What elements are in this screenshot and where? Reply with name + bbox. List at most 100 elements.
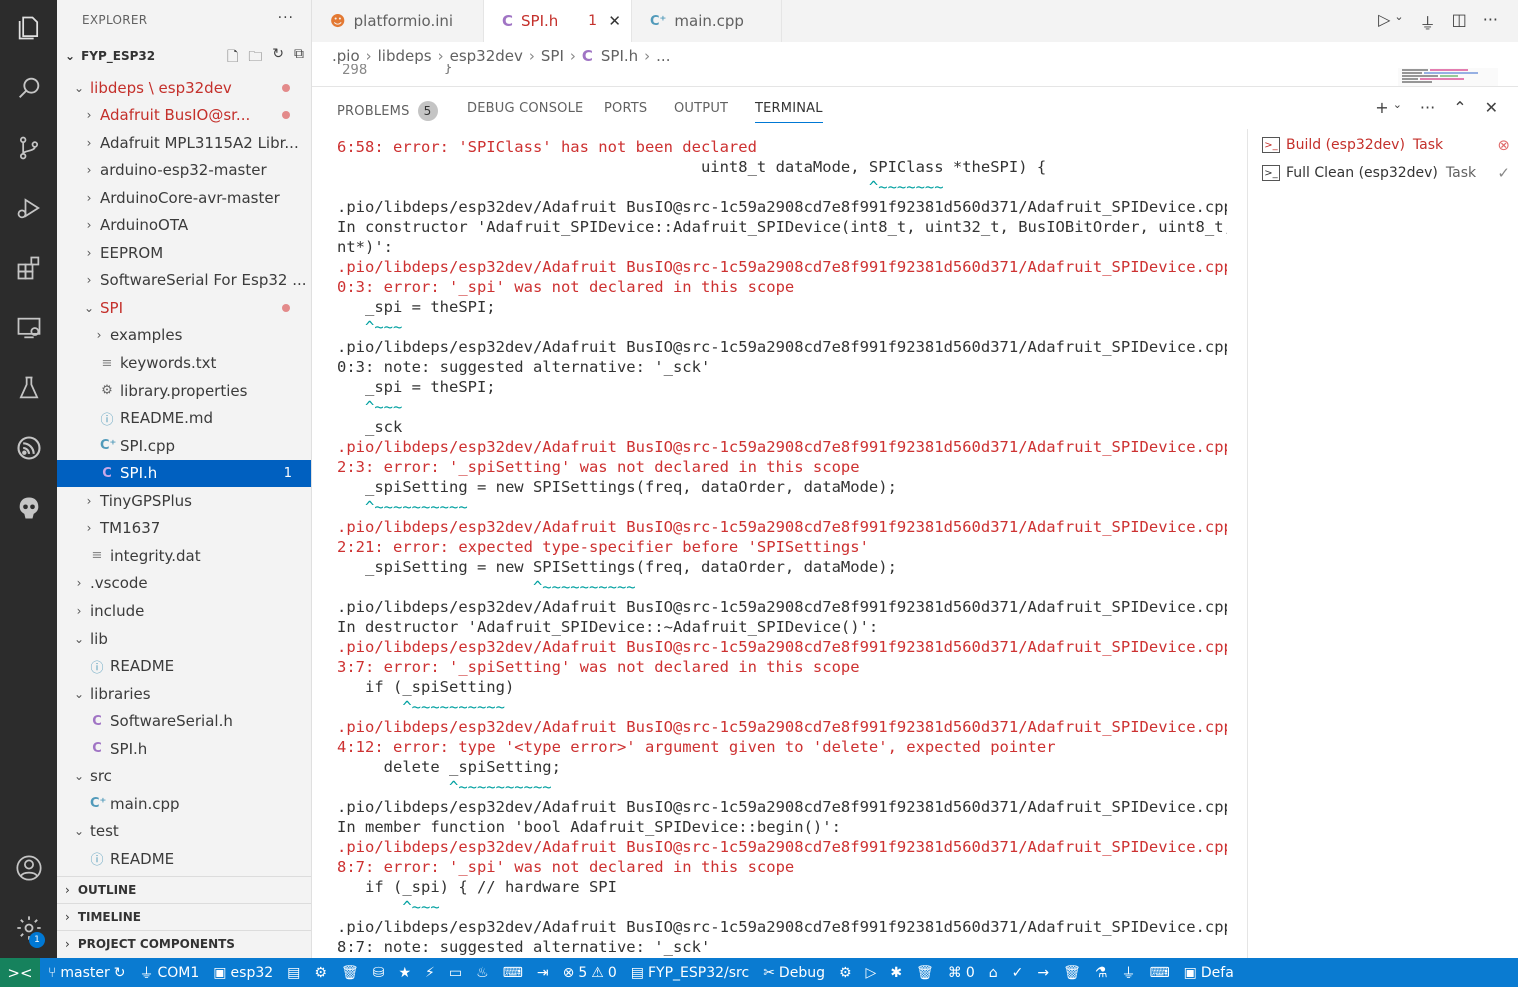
database-icon[interactable]: ⛁ <box>373 965 385 981</box>
trash-icon[interactable]: 🗑 <box>1063 965 1081 981</box>
tree-file[interactable]: C SoftwareSerial.h <box>57 708 311 735</box>
tab-spi-h[interactable]: C SPI.h 1 ✕ <box>484 0 632 42</box>
tree-file[interactable]: C SPI.h <box>57 735 311 762</box>
tree-folder[interactable]: › .vscode <box>57 570 311 597</box>
monitor-icon[interactable]: ▭ <box>449 965 462 981</box>
search-icon[interactable] <box>0 64 57 112</box>
ports-item[interactable]: ⌘ 0 <box>948 965 975 981</box>
tree-file[interactable]: C SPI.h 1 <box>57 459 311 487</box>
tree-folder[interactable]: ⌄ src <box>57 763 311 790</box>
tab-debug-console[interactable]: DEBUG CONSOLE <box>467 101 583 116</box>
home-icon[interactable]: ⌂ <box>989 965 998 981</box>
remote-explorer-icon[interactable] <box>0 304 57 352</box>
branch-item[interactable]: ⑂ master ↻ <box>48 965 126 981</box>
tab-main-cpp[interactable]: C⁺ main.cpp <box>632 0 782 42</box>
tree-folder[interactable]: › Adafruit MPL3115A2 Libr... <box>57 129 311 156</box>
terminal-output[interactable]: 6:58: error: 'SPIClass' has not been dec… <box>337 137 1227 957</box>
project-components-section[interactable]: › PROJECT COMPONENTS <box>57 930 311 957</box>
tree-folder[interactable]: ⌄ test <box>57 818 311 845</box>
tree-file[interactable]: ⓘ README <box>57 653 311 680</box>
tree-folder[interactable]: ⌄ SPI <box>57 294 311 321</box>
breadcrumb-item[interactable]: ... <box>656 47 670 65</box>
tree-file[interactable]: ⓘ README.md <box>57 405 311 432</box>
collapse-all-icon[interactable]: ⧉ <box>294 46 304 70</box>
default-item[interactable]: ▣ Defa <box>1184 965 1234 981</box>
tree-folder[interactable]: › arduino-esp32-master <box>57 157 311 184</box>
breadcrumb-item[interactable]: SPI <box>541 47 564 65</box>
tab-terminal[interactable]: TERMINAL <box>755 101 823 123</box>
tree-folder[interactable]: › EEPROM <box>57 239 311 266</box>
trash-icon[interactable]: 🗑 <box>341 965 359 981</box>
timeline-section[interactable]: › TIMELINE <box>57 903 311 930</box>
task-build[interactable]: >_ Build (esp32dev) Task ⊗ <box>1262 133 1512 157</box>
environment-item[interactable]: ▣ esp32 <box>213 965 273 981</box>
project-folder-header[interactable]: ⌄ FYP_ESP32 🗋 🗀 ↻ ⧉ <box>57 43 311 70</box>
star-icon[interactable]: ★ <box>398 965 411 981</box>
close-icon[interactable]: ✕ <box>608 12 621 30</box>
extensions-icon[interactable] <box>0 244 57 292</box>
check-icon[interactable]: ✓ <box>1012 965 1024 981</box>
terminal-icon[interactable]: ⌨ <box>503 965 523 981</box>
problems-item[interactable]: ⊗ 5 ⚠ 0 <box>563 965 617 981</box>
tree-file[interactable]: ≡ integrity.dat <box>57 542 311 569</box>
tab-ports[interactable]: PORTS <box>604 101 647 116</box>
debug-item[interactable]: ✂ Debug <box>763 965 825 981</box>
tab-problems[interactable]: PROBLEMS 5 <box>337 101 438 121</box>
flash-icon[interactable]: ⚡ <box>425 965 435 981</box>
tree-folder[interactable]: › examples <box>57 322 311 349</box>
tree-folder[interactable]: › SoftwareSerial For Esp32 ... <box>57 267 311 294</box>
serial-port-item[interactable]: ⏚ COM1 <box>140 963 200 983</box>
gear-icon[interactable]: 1 <box>0 904 57 952</box>
trash-icon[interactable]: 🗑 <box>916 965 934 981</box>
tree-folder[interactable]: ⌄ libraries <box>57 680 311 707</box>
gear-icon[interactable]: ⚙ <box>314 965 327 981</box>
folder-item[interactable]: ▤ FYP_ESP32/src <box>631 965 749 981</box>
run-debug-icon[interactable] <box>0 184 57 232</box>
new-file-icon[interactable]: 🗋 <box>227 46 238 70</box>
refresh-icon[interactable]: ↻ <box>272 46 284 70</box>
add-terminal-icon[interactable]: + <box>1375 98 1388 117</box>
upload-icon[interactable]: ⇥ <box>537 965 549 981</box>
breadcrumb-item[interactable]: SPI.h <box>601 47 638 65</box>
flame-icon[interactable]: ♨ <box>476 965 489 981</box>
esp-idf-icon[interactable] <box>0 424 57 472</box>
tree-folder[interactable]: › TinyGPSPlus <box>57 487 311 514</box>
tab-output[interactable]: OUTPUT <box>674 101 728 116</box>
arrow-right-icon[interactable]: → <box>1037 965 1049 981</box>
plug-icon[interactable]: ⏚ <box>1420 10 1436 34</box>
split-editor-icon[interactable]: ◫ <box>1452 10 1467 34</box>
source-control-icon[interactable] <box>0 124 57 172</box>
tree-folder[interactable]: › ArduinoOTA <box>57 212 311 239</box>
run-icon[interactable]: ▷ <box>1378 10 1390 34</box>
close-icon[interactable]: ✕ <box>1485 98 1498 117</box>
tree-folder[interactable]: › Adafruit BusIO@sr... <box>57 102 311 129</box>
tree-file[interactable]: ⓘ README <box>57 845 311 872</box>
tree-file[interactable]: C⁺ SPI.cpp <box>57 432 311 459</box>
tree-folder[interactable]: › TM1637 <box>57 515 311 542</box>
explorer-icon[interactable] <box>0 4 57 52</box>
outline-section[interactable]: › OUTLINE <box>57 876 311 903</box>
tree-folder[interactable]: › ArduinoCore-avr-master <box>57 184 311 211</box>
tree-file[interactable]: ≡ keywords.txt <box>57 350 311 377</box>
bug-icon[interactable]: ✱ <box>890 965 902 981</box>
account-icon[interactable] <box>0 844 57 892</box>
tab-platformio-ini[interactable]: ☻ platformio.ini <box>312 0 484 42</box>
minimap[interactable] <box>1398 68 1498 86</box>
breadcrumb-item[interactable]: .pio <box>332 47 360 65</box>
more-actions-icon[interactable]: ··· <box>278 10 294 26</box>
testing-icon[interactable]: ⚗ <box>1095 965 1108 981</box>
tree-folder[interactable]: ⌄ libdeps \ esp32dev <box>57 74 311 101</box>
testing-icon[interactable] <box>0 364 57 412</box>
terminal-icon[interactable]: ⌨ <box>1149 965 1169 981</box>
platformio-icon[interactable] <box>0 484 57 532</box>
tree-folder[interactable]: ⌄ lib <box>57 625 311 652</box>
more-actions-icon[interactable]: ··· <box>1420 98 1435 117</box>
plug-icon[interactable]: ⏚ <box>1121 963 1135 983</box>
tree-file[interactable]: ⚙ library.properties <box>57 377 311 404</box>
tree-folder[interactable]: › include <box>57 597 311 624</box>
breadcrumb-item[interactable]: libdeps <box>378 47 432 65</box>
new-folder-icon[interactable]: 🗀 <box>248 46 262 70</box>
tree-file[interactable]: C⁺ main.cpp <box>57 790 311 817</box>
chevron-down-icon[interactable]: ⌄ <box>1394 10 1403 34</box>
more-actions-icon[interactable]: ··· <box>1483 10 1498 34</box>
